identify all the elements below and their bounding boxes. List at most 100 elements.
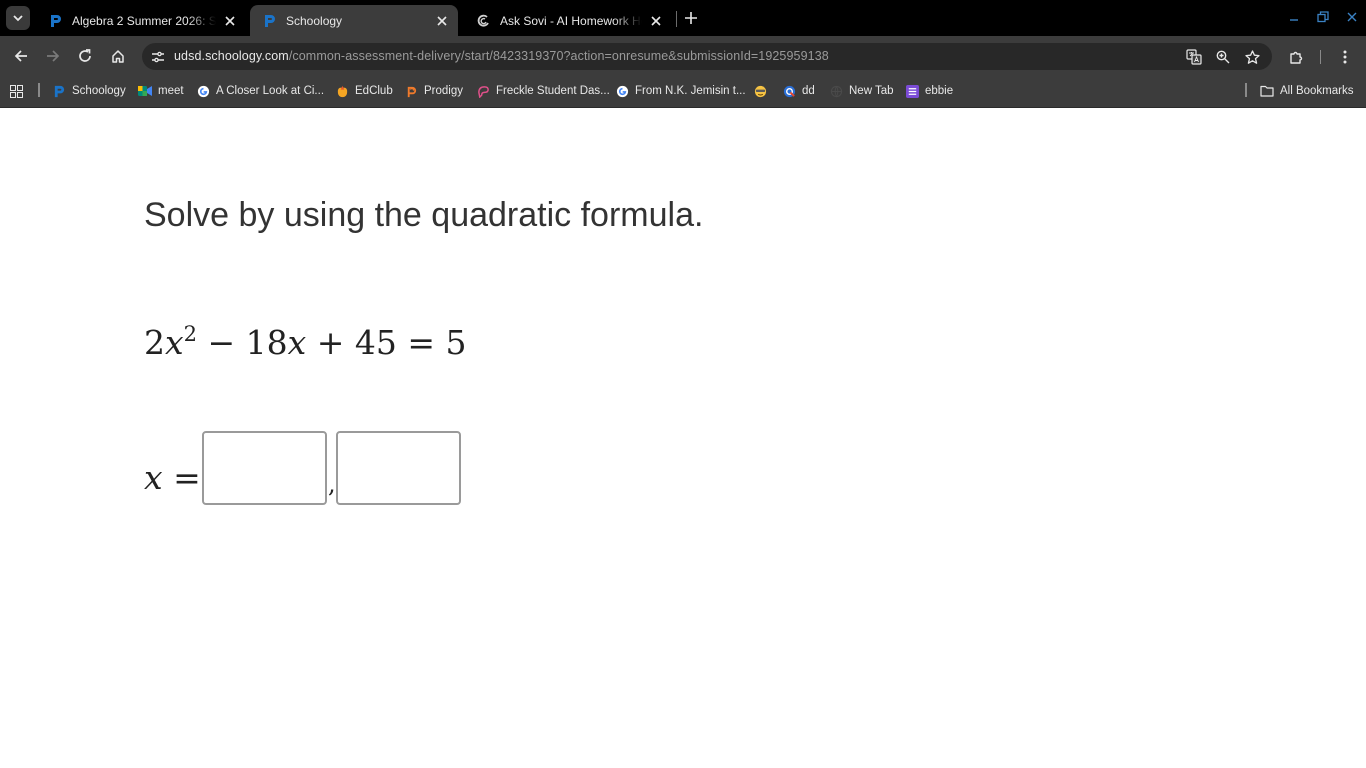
list-icon	[905, 84, 919, 98]
eq-exponent: 2	[183, 322, 197, 346]
url-host: udsd.schoology.com	[174, 49, 289, 63]
bookmark-new-tab[interactable]: New Tab	[829, 81, 894, 101]
tab-title: Algebra 2 Summer 2026: Section	[72, 13, 216, 28]
translate-icon	[1186, 49, 1202, 65]
close-icon[interactable]	[646, 11, 666, 31]
back-button[interactable]	[9, 44, 33, 68]
bookmark-star-button[interactable]	[1242, 47, 1262, 67]
sovi-icon	[476, 13, 492, 29]
eq-variable: x	[287, 323, 307, 362]
quadratic-equation: 2x2 − 18x + 45 = 5	[144, 322, 467, 362]
tab-title: Ask Sovi - AI Homework Helper	[500, 13, 642, 28]
home-button[interactable]	[106, 44, 130, 68]
bookmark-label: EdClub	[355, 85, 393, 97]
menu-button[interactable]	[1335, 47, 1355, 67]
tab-sovi[interactable]: Ask Sovi - AI Homework Helper	[464, 5, 672, 36]
tab-schoology[interactable]: Schoology	[250, 5, 458, 36]
google-icon	[196, 84, 210, 98]
apps-grid-icon	[10, 84, 23, 98]
meet-icon	[138, 84, 152, 98]
schoology-icon	[52, 84, 66, 98]
arrow-right-icon	[47, 50, 60, 62]
answer-label: x =	[144, 458, 201, 497]
close-icon	[1347, 12, 1357, 22]
bookmark-label: Freckle Student Das...	[496, 85, 610, 97]
bookmarks-divider	[1245, 83, 1247, 97]
zoom-in-icon	[1216, 50, 1230, 64]
close-icon[interactable]	[432, 11, 452, 31]
edclub-icon	[335, 84, 349, 98]
all-bookmarks-button[interactable]: All Bookmarks	[1260, 81, 1354, 101]
extensions-button[interactable]	[1287, 47, 1307, 67]
tab-search-button[interactable]	[6, 6, 30, 30]
tune-icon	[152, 51, 164, 63]
question-prompt: Solve by using the quadratic formula.	[144, 196, 704, 234]
answer-input-2[interactable]	[336, 431, 461, 505]
google-icon	[615, 84, 629, 98]
eq-coefficient: 2	[144, 323, 165, 362]
answer-separator: ,	[328, 470, 336, 498]
bookmark-freckle[interactable]: Freckle Student Das...	[476, 81, 610, 101]
reload-icon	[79, 49, 91, 62]
bookmark-label: New Tab	[849, 85, 894, 97]
bookmark-label: Prodigy	[424, 85, 463, 97]
bookmark-jemisin[interactable]: From N.K. Jemisin t...	[615, 81, 746, 101]
close-icon[interactable]	[220, 11, 240, 31]
zoom-button[interactable]	[1213, 47, 1233, 67]
home-icon	[112, 50, 124, 63]
bookmark-dd[interactable]: dd	[782, 81, 815, 101]
eq-linear-term: − 18	[197, 323, 288, 362]
bookmark-label: dd	[802, 85, 815, 97]
bookmark-label: meet	[158, 85, 184, 97]
globe-icon	[829, 84, 843, 98]
prodigy-icon	[404, 84, 418, 98]
dd-icon	[782, 84, 796, 98]
answer-input-1[interactable]	[202, 431, 327, 505]
forward-button[interactable]	[41, 44, 65, 68]
arrow-left-icon	[14, 50, 27, 62]
bookmark-closer-look[interactable]: A Closer Look at Ci...	[196, 81, 324, 101]
bookmark-meet[interactable]: meet	[138, 81, 184, 101]
puzzle-icon	[1290, 51, 1303, 64]
bookmark-schoology[interactable]: Schoology	[52, 81, 126, 101]
tab-divider	[676, 11, 677, 27]
toolbar-divider	[1320, 50, 1321, 64]
url-path: /common-assessment-delivery/start/842331…	[288, 49, 829, 63]
restore-icon	[1317, 11, 1329, 23]
folder-icon	[1260, 84, 1274, 98]
translate-button[interactable]	[1184, 47, 1204, 67]
star-icon	[1244, 49, 1260, 64]
schoology-icon	[262, 13, 278, 29]
answer-equals: =	[162, 458, 201, 497]
bookmark-label: From N.K. Jemisin t...	[635, 85, 746, 97]
reload-button[interactable]	[73, 44, 97, 68]
apps-button[interactable]	[10, 81, 23, 101]
emoji-icon	[753, 84, 767, 98]
schoology-icon	[48, 13, 64, 29]
answer-variable: x	[144, 458, 163, 497]
restore-button[interactable]	[1313, 8, 1333, 26]
freckle-icon	[476, 84, 490, 98]
close-window-button[interactable]	[1342, 8, 1362, 26]
new-tab-button[interactable]	[680, 8, 702, 28]
minimize-icon	[1290, 19, 1298, 21]
bookmark-edclub[interactable]: EdClub	[335, 81, 393, 101]
bookmark-label: ebbie	[925, 85, 954, 97]
bookmark-emoji[interactable]	[753, 81, 773, 101]
eq-rhs: + 45 = 5	[306, 323, 467, 362]
tab-algebra[interactable]: Algebra 2 Summer 2026: Section	[36, 5, 246, 36]
minimize-button[interactable]	[1284, 8, 1304, 26]
bookmarks-divider	[38, 83, 40, 97]
bookmark-ebbie[interactable]: ebbie	[905, 81, 953, 101]
url-text[interactable]: udsd.schoology.com/common-assessment-del…	[174, 49, 829, 63]
site-info-button[interactable]	[148, 47, 168, 67]
bookmark-label: A Closer Look at Ci...	[216, 85, 325, 97]
kebab-menu-icon	[1343, 50, 1347, 64]
bookmark-label: Schoology	[72, 85, 126, 97]
bookmark-prodigy[interactable]: Prodigy	[404, 81, 463, 101]
chevron-down-icon	[13, 15, 23, 22]
all-bookmarks-label: All Bookmarks	[1280, 85, 1354, 97]
eq-variable: x	[165, 323, 184, 362]
tab-title: Schoology	[286, 13, 343, 28]
plus-icon	[685, 12, 697, 24]
